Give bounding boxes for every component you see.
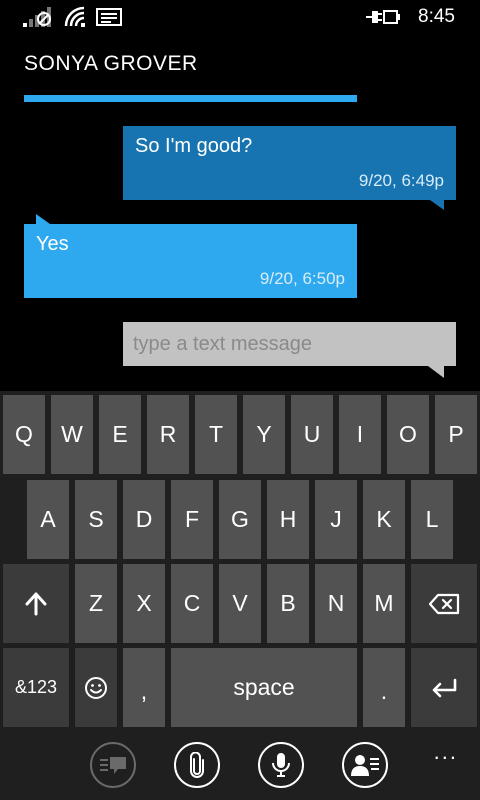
key-c[interactable]: C [171,564,213,643]
space-key[interactable]: space [171,648,357,727]
microphone-icon [272,753,290,777]
period-key[interactable]: . [363,648,405,727]
message-text: Yes [36,233,69,255]
contact-card-button[interactable] [342,742,388,788]
bubble-tail [430,200,444,210]
key-n[interactable]: N [315,564,357,643]
app-bar: ... [0,733,480,800]
message-input[interactable] [123,322,456,366]
voice-input-button[interactable] [258,742,304,788]
on-screen-keyboard: Q W E R T Y U I O P A S D F G H J K L Z … [0,391,480,733]
key-z[interactable]: Z [75,564,117,643]
key-x[interactable]: X [123,564,165,643]
received-message-bubble[interactable]: Yes 9/20, 6:50p [24,214,357,298]
shift-arrow-icon [25,592,47,615]
more-options-button[interactable]: ... [434,739,458,765]
wifi-icon [64,6,85,27]
composer-tail [428,366,444,378]
symbols-key[interactable]: &123 [3,648,69,727]
backspace-icon [428,593,460,614]
emoji-key[interactable] [75,648,117,727]
key-w[interactable]: W [51,395,93,474]
key-t[interactable]: T [195,395,237,474]
message-timestamp: 9/20, 6:50p [259,269,345,288]
loading-progress-bar [24,95,357,102]
key-o[interactable]: O [387,395,429,474]
attach-button[interactable] [174,742,220,788]
clock: 8:45 [418,6,455,27]
key-u[interactable]: U [291,395,333,474]
key-h[interactable]: H [267,480,309,559]
backspace-key[interactable] [411,564,477,643]
key-j[interactable]: J [315,480,357,559]
key-f[interactable]: F [171,480,213,559]
attach-icon [190,752,204,778]
message-text: So I'm good? [135,135,253,157]
emoji-smiley-icon [85,676,107,699]
comma-key[interactable]: , [123,648,165,727]
switch-conversation-icon [100,757,126,774]
message-icon [96,8,122,26]
bubble-tail [36,214,50,224]
key-y[interactable]: Y [243,395,285,474]
key-v[interactable]: V [219,564,261,643]
key-i[interactable]: I [339,395,381,474]
status-bar: 8:45 [0,0,480,34]
key-m[interactable]: M [363,564,405,643]
switch-conversation-button[interactable] [90,742,136,788]
key-e[interactable]: E [99,395,141,474]
contact-card-icon [351,755,379,776]
key-s[interactable]: S [75,480,117,559]
contact-name: SONYA GROVER [24,52,198,75]
key-q[interactable]: Q [3,395,45,474]
key-k[interactable]: K [363,480,405,559]
key-g[interactable]: G [219,480,261,559]
enter-arrow-icon [432,678,457,697]
key-p[interactable]: P [435,395,477,474]
message-timestamp: 9/20, 6:49p [358,171,444,190]
key-b[interactable]: B [267,564,309,643]
key-l[interactable]: L [411,480,453,559]
enter-key[interactable] [411,648,477,727]
sent-message-bubble[interactable]: So I'm good? 9/20, 6:49p [123,126,456,210]
battery-charging-icon [366,10,400,24]
key-a[interactable]: A [27,480,69,559]
key-r[interactable]: R [147,395,189,474]
shift-key[interactable] [3,564,69,643]
key-d[interactable]: D [123,480,165,559]
signal-no-sim-icon [23,7,51,27]
